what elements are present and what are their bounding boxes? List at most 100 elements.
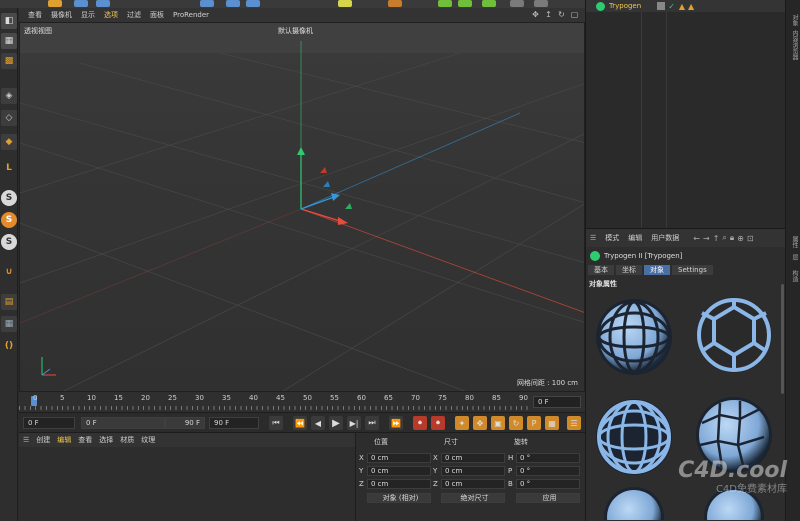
rot-p-field[interactable]: 0 ° <box>516 466 580 476</box>
tab-basic[interactable]: 基本 <box>588 265 614 275</box>
pla-key-icon[interactable]: ▦ <box>545 416 559 430</box>
material-menu-create[interactable]: 创建 <box>36 435 50 445</box>
preview-range-start[interactable]: 0 F <box>81 417 165 429</box>
back-arrow-icon[interactable]: ← <box>693 234 700 243</box>
up-arrow-icon[interactable]: ↑ <box>713 234 720 243</box>
scale-key-icon[interactable]: ▣ <box>491 416 505 430</box>
toolbar-tool-icon[interactable] <box>388 0 402 7</box>
toolbar-tool-icon[interactable] <box>458 0 472 7</box>
size-z-field[interactable]: 0 cm <box>441 479 505 489</box>
x-axis-handle-icon[interactable] <box>338 217 348 225</box>
expand-icon[interactable]: ⊡ <box>747 234 754 243</box>
z-axis-handle-icon[interactable] <box>331 193 340 201</box>
snap-icon[interactable]: S <box>1 212 17 228</box>
previous-frame-icon[interactable]: ◀ <box>311 416 325 430</box>
side-tab-construct[interactable]: 构造 <box>789 270 798 282</box>
toolbar-tool-icon[interactable] <box>246 0 260 7</box>
sphere-preview-2[interactable] <box>696 297 772 373</box>
panel-menu-icon[interactable]: ☰ <box>23 436 29 444</box>
checker-mode-icon[interactable]: ▦ <box>1 33 17 49</box>
rotate-handle-icon[interactable] <box>320 167 327 173</box>
attr-menu-mode[interactable]: 模式 <box>605 233 619 243</box>
attr-menu-edit[interactable]: 编辑 <box>628 233 642 243</box>
axis-icon[interactable]: L <box>1 160 17 176</box>
sphere-preview-1[interactable] <box>596 299 672 375</box>
layer-icon[interactable] <box>657 2 666 10</box>
viewport-menu-filter[interactable]: 过滤 <box>127 10 141 20</box>
toolbar-tool-icon[interactable] <box>200 0 214 7</box>
param-key-icon[interactable]: P <box>527 416 541 430</box>
rotate-view-icon[interactable]: ↻ <box>557 10 566 19</box>
toolbar-tool-icon[interactable] <box>482 0 496 7</box>
panel-menu-icon[interactable]: ☰ <box>590 234 596 242</box>
move-key-icon[interactable]: ✥ <box>473 416 487 430</box>
viewport-menu-display[interactable]: 显示 <box>81 10 95 20</box>
texture-icon[interactable]: ▤ <box>1 294 17 310</box>
viewport-menu-prorender[interactable]: ProRender <box>173 11 209 19</box>
object-row-trypogen[interactable]: Trypogen ✓ ▲ ▲ <box>586 0 786 12</box>
checker-mode-icon[interactable]: ▩ <box>1 53 17 69</box>
polygon-mode-icon[interactable]: ◆ <box>1 134 17 150</box>
side-tab-objects[interactable]: 对象 <box>789 14 798 26</box>
pos-x-field[interactable]: 0 cm <box>367 453 431 463</box>
pos-z-field[interactable]: 0 cm <box>367 479 431 489</box>
enabled-check-icon[interactable]: ✓ <box>668 2 675 11</box>
rot-b-field[interactable]: 0 ° <box>516 479 580 489</box>
current-frame-field[interactable]: 0 F <box>533 396 581 408</box>
keyframe-mode-icon[interactable]: ✦ <box>455 416 469 430</box>
toolbar-tool-icon[interactable] <box>510 0 524 7</box>
viewport-menu-options[interactable]: 选项 <box>104 10 118 20</box>
start-frame-field[interactable]: 0 F <box>23 417 75 429</box>
toolbar-tool-icon[interactable] <box>534 0 548 7</box>
toolbar-tool-icon[interactable] <box>226 0 240 7</box>
tab-settings[interactable]: Settings <box>672 265 713 275</box>
lock-icon[interactable]: 🔒︎ <box>730 233 734 243</box>
toolbar-tool-icon[interactable] <box>96 0 110 7</box>
point-mode-icon[interactable]: ◈ <box>1 88 17 104</box>
toolbar-tool-icon[interactable] <box>338 0 352 7</box>
edge-mode-icon[interactable]: ◇ <box>1 110 17 126</box>
previous-key-icon[interactable]: ⏪ <box>293 416 307 430</box>
tab-object[interactable]: 对象 <box>644 265 670 275</box>
object-name[interactable]: Trypogen <box>609 2 641 10</box>
y-axis-handle-icon[interactable] <box>297 147 305 155</box>
magnet-icon[interactable]: ∪ <box>1 264 17 280</box>
rotate-handle-icon[interactable] <box>345 203 352 209</box>
preview-range-end[interactable]: 90 F <box>165 417 205 429</box>
new-panel-icon[interactable]: ⊕ <box>737 234 744 243</box>
material-menu-texture[interactable]: 纹理 <box>141 435 155 445</box>
attr-menu-user-data[interactable]: 用户数据 <box>651 233 679 243</box>
grid-icon[interactable]: ▦ <box>1 316 17 332</box>
timeline-menu-icon[interactable]: ☰ <box>567 416 581 430</box>
next-key-icon[interactable]: ⏩ <box>389 416 403 430</box>
attribute-scrollbar[interactable] <box>781 284 784 394</box>
perspective-viewport[interactable]: 透视视图 默认摄像机 网格间距 : 100 cm <box>19 22 585 392</box>
cube-mode-icon[interactable]: ◧ <box>1 13 17 29</box>
search-icon[interactable]: ⌕ <box>722 233 726 243</box>
forward-arrow-icon[interactable]: → <box>703 234 710 243</box>
toolbar-tool-icon[interactable] <box>74 0 88 7</box>
pos-y-field[interactable]: 0 cm <box>367 466 431 476</box>
move-view-icon[interactable]: ✥ <box>531 10 540 19</box>
snap-icon[interactable]: S <box>1 234 17 250</box>
tab-coord[interactable]: 坐标 <box>616 265 642 275</box>
size-x-field[interactable]: 0 cm <box>441 453 505 463</box>
go-to-end-icon[interactable]: ⏭ <box>365 416 379 430</box>
autokey-icon[interactable]: ⏺ <box>431 416 445 430</box>
side-tab-layers[interactable]: 层 <box>789 254 798 260</box>
material-menu-material[interactable]: 材质 <box>120 435 134 445</box>
material-menu-edit[interactable]: 编辑 <box>57 435 71 445</box>
material-menu-select[interactable]: 选择 <box>99 435 113 445</box>
next-frame-icon[interactable]: ▶| <box>347 416 361 430</box>
toolbar-tool-icon[interactable] <box>48 0 62 7</box>
snap-icon[interactable]: S <box>1 190 17 206</box>
size-y-field[interactable]: 0 cm <box>441 466 505 476</box>
side-tab-attributes[interactable]: 属性 <box>789 236 798 248</box>
timeline-ruler[interactable]: 0 5 10 15 20 25 30 35 40 45 50 55 60 65 70 75 80 85 90 0 F <box>19 392 585 412</box>
end-frame-field[interactable]: 90 F <box>209 417 259 429</box>
viewport-menu-view[interactable]: 查看 <box>28 10 42 20</box>
record-icon[interactable]: ⏺ <box>413 416 427 430</box>
rot-h-field[interactable]: 0 ° <box>516 453 580 463</box>
maximize-view-icon[interactable]: ▢ <box>570 10 579 19</box>
viewport-menu-panel[interactable]: 面板 <box>150 10 164 20</box>
